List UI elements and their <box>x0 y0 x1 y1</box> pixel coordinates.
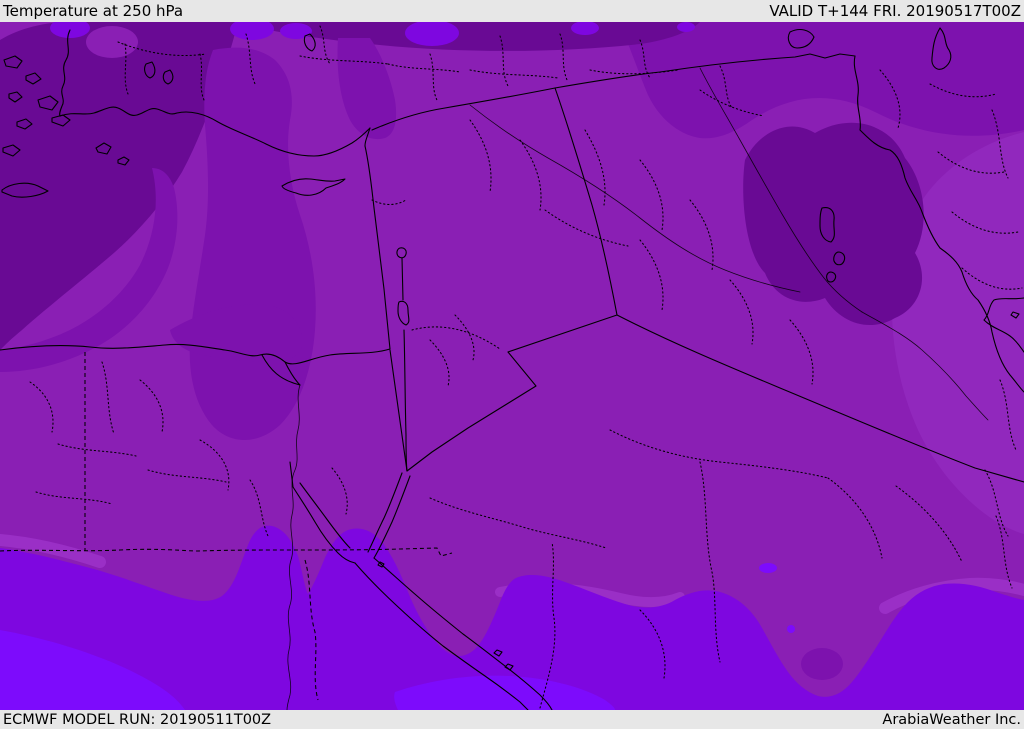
page-title: Temperature at 250 hPa <box>3 2 184 20</box>
brand-label: ArabiaWeather Inc. <box>882 711 1021 728</box>
footer-bar: ECMWF MODEL RUN: 20190511T00Z ArabiaWeat… <box>0 710 1024 729</box>
header-bar: Temperature at 250 hPa VALID T+144 FRI. … <box>0 0 1024 22</box>
temp-band-bright-speck-1 <box>759 563 777 573</box>
temp-band-dark-sepocket <box>801 648 843 680</box>
weather-map-window: Temperature at 250 hPa VALID T+144 FRI. … <box>0 0 1024 729</box>
valid-time-label: VALID T+144 FRI. 20190517T00Z <box>769 2 1021 20</box>
model-run-label: ECMWF MODEL RUN: 20190511T00Z <box>3 711 272 728</box>
temperature-map <box>0 22 1024 710</box>
temp-band-bright-speck-2 <box>787 625 795 633</box>
temp-band-mid-notch <box>86 26 138 58</box>
